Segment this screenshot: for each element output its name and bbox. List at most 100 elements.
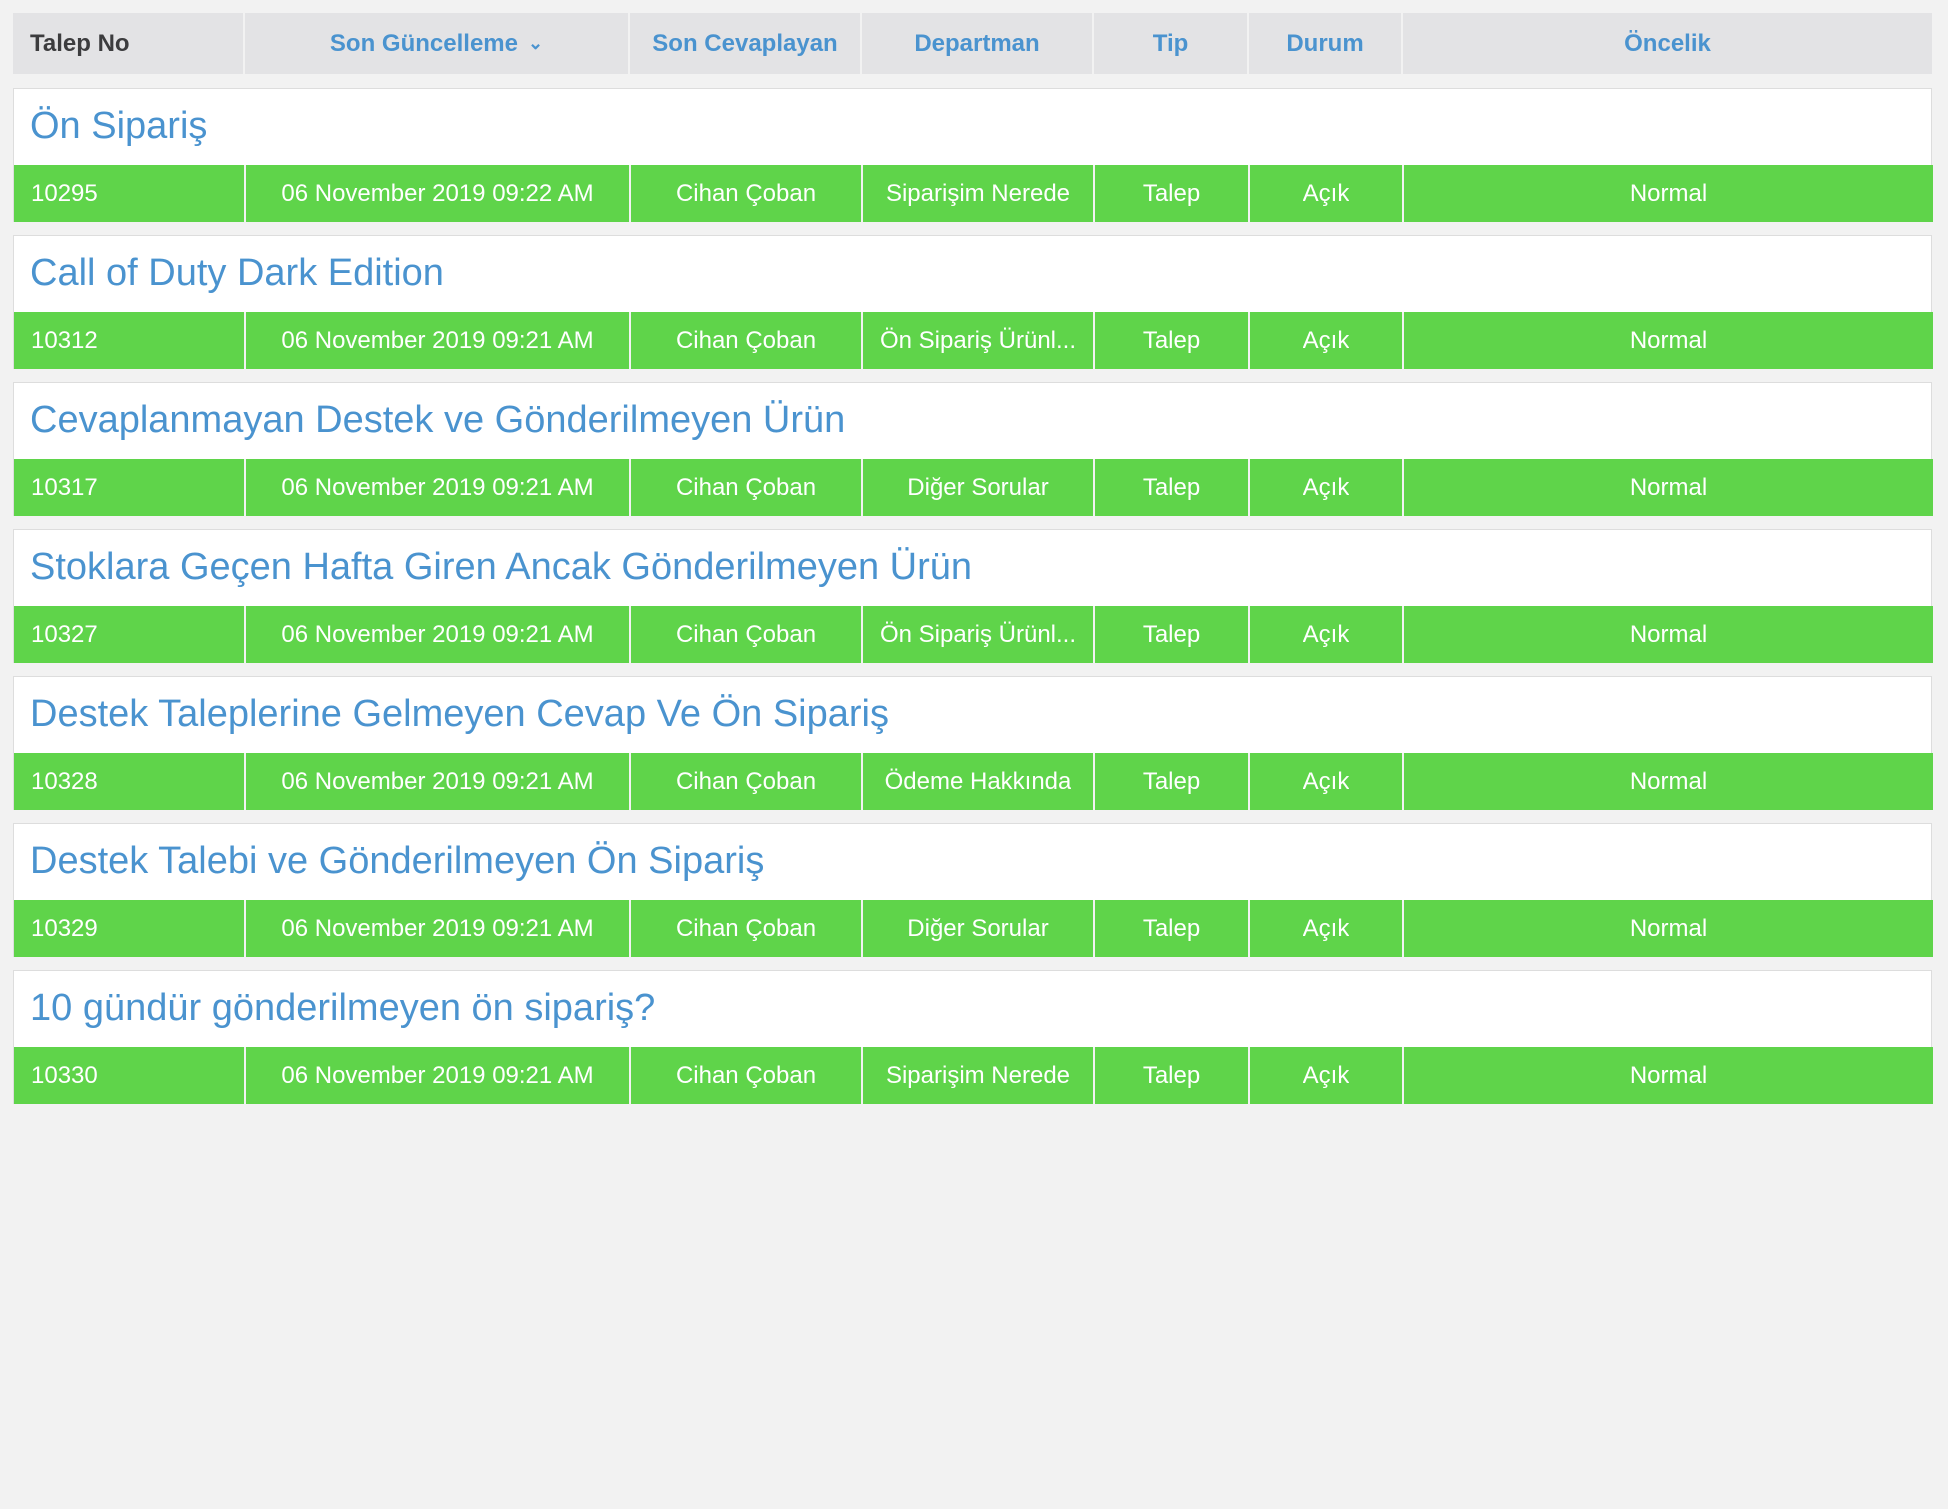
table-row[interactable]: 10329 06 November 2019 09:21 AM Cihan Çoba… [14, 900, 1933, 957]
column-header-label: Tip [1152, 29, 1189, 57]
cell-value: Talep [1142, 179, 1201, 207]
cell-son_guncelleme[interactable]: 06 November 2019 09:21 AM [246, 606, 631, 663]
cell-durum[interactable]: Açık [1250, 606, 1404, 663]
cell-son_guncelleme[interactable]: 06 November 2019 09:22 AM [246, 165, 631, 222]
ticket-group: Stoklara Geçen Hafta Giren Ancak Gönderi… [13, 529, 1933, 663]
cell-departman[interactable]: Ödeme Hakkında [863, 753, 1095, 810]
cell-talep_no[interactable]: 10295 [14, 165, 246, 222]
cell-value: Cihan Çoban [675, 1061, 817, 1089]
table-header-row: Talep No Son Güncelleme ⌄ Son Cevaplayan Dep… [13, 13, 1932, 74]
column-header-label: Son Cevaplayan [652, 29, 838, 57]
cell-son_cevaplayan[interactable]: Cihan Çoban [631, 606, 863, 663]
cell-departman[interactable]: Ön Sipariş Ürünl... [863, 606, 1095, 663]
ticket-title-link[interactable]: Call of Duty Dark Edition [30, 252, 444, 295]
cell-talep_no[interactable]: 10328 [14, 753, 246, 810]
column-header-talep_no[interactable]: Talep No [13, 13, 245, 74]
cell-value: Diğer Sorular [907, 473, 1049, 501]
cell-son_guncelleme[interactable]: 06 November 2019 09:21 AM [246, 900, 631, 957]
table-row[interactable]: 10330 06 November 2019 09:21 AM Cihan Çoba… [14, 1047, 1933, 1104]
ticket-title-link[interactable]: Cevaplanmayan Destek ve Gönderilmeyen Ür… [30, 399, 845, 442]
cell-value: 10312 [31, 326, 98, 354]
cell-durum[interactable]: Açık [1250, 1047, 1404, 1104]
cell-departman[interactable]: Siparişim Nerede [863, 165, 1095, 222]
cell-talep_no[interactable]: 10327 [14, 606, 246, 663]
cell-son_cevaplayan[interactable]: Cihan Çoban [631, 900, 863, 957]
cell-value: Açık [1302, 767, 1350, 795]
column-header-oncelik[interactable]: Öncelik [1403, 13, 1932, 74]
table-row[interactable]: 10295 06 November 2019 09:22 AM Cihan Çoba… [14, 165, 1933, 222]
cell-son_cevaplayan[interactable]: Cihan Çoban [631, 165, 863, 222]
cell-durum[interactable]: Açık [1250, 753, 1404, 810]
cell-tip[interactable]: Talep [1095, 312, 1250, 369]
cell-value: Talep [1142, 1061, 1201, 1089]
cell-son_cevaplayan[interactable]: Cihan Çoban [631, 312, 863, 369]
cell-oncelik[interactable]: Normal [1404, 459, 1933, 516]
table-row[interactable]: 10328 06 November 2019 09:21 AM Cihan Çoba… [14, 753, 1933, 810]
cell-oncelik[interactable]: Normal [1404, 165, 1933, 222]
cell-son_cevaplayan[interactable]: Cihan Çoban [631, 1047, 863, 1104]
cell-son_cevaplayan[interactable]: Cihan Çoban [631, 753, 863, 810]
cell-son_guncelleme[interactable]: 06 November 2019 09:21 AM [246, 459, 631, 516]
column-header-tip[interactable]: Tip [1094, 13, 1249, 74]
cell-tip[interactable]: Talep [1095, 606, 1250, 663]
ticket-list-page: Talep No Son Güncelleme ⌄ Son Cevaplayan Dep… [0, 0, 1948, 1104]
cell-durum[interactable]: Açık [1250, 900, 1404, 957]
cell-departman[interactable]: Diğer Sorular [863, 459, 1095, 516]
cell-value: Cihan Çoban [675, 326, 817, 354]
cell-value: 10329 [31, 914, 98, 942]
cell-tip[interactable]: Talep [1095, 459, 1250, 516]
ticket-title-row[interactable]: Destek Talebi ve Gönderilmeyen Ön Sipari… [14, 824, 1931, 900]
ticket-title-row[interactable]: 10 gündür gönderilmeyen ön sipariş? [14, 971, 1931, 1047]
ticket-title-row[interactable]: Stoklara Geçen Hafta Giren Ancak Gönderi… [14, 530, 1931, 606]
cell-value: Normal [1629, 620, 1708, 648]
column-header-departman[interactable]: Departman [862, 13, 1094, 74]
cell-oncelik[interactable]: Normal [1404, 312, 1933, 369]
cell-tip[interactable]: Talep [1095, 900, 1250, 957]
ticket-title-link[interactable]: Ön Sipariş [30, 105, 207, 148]
cell-talep_no[interactable]: 10329 [14, 900, 246, 957]
column-header-son_cevaplayan[interactable]: Son Cevaplayan [630, 13, 862, 74]
cell-value: Normal [1629, 1061, 1708, 1089]
cell-oncelik[interactable]: Normal [1404, 606, 1933, 663]
ticket-title-row[interactable]: Destek Taleplerine Gelmeyen Cevap Ve Ön … [14, 677, 1931, 753]
cell-son_guncelleme[interactable]: 06 November 2019 09:21 AM [246, 753, 631, 810]
cell-talep_no[interactable]: 10317 [14, 459, 246, 516]
cell-departman[interactable]: Ön Sipariş Ürünl... [863, 312, 1095, 369]
cell-oncelik[interactable]: Normal [1404, 1047, 1933, 1104]
cell-oncelik[interactable]: Normal [1404, 900, 1933, 957]
cell-value: Diğer Sorular [907, 914, 1049, 942]
cell-tip[interactable]: Talep [1095, 165, 1250, 222]
ticket-title-link[interactable]: Destek Talebi ve Gönderilmeyen Ön Sipari… [30, 840, 764, 883]
table-row[interactable]: 10327 06 November 2019 09:21 AM Cihan Çoba… [14, 606, 1933, 663]
cell-tip[interactable]: Talep [1095, 1047, 1250, 1104]
ticket-title-row[interactable]: Call of Duty Dark Edition [14, 236, 1931, 312]
cell-departman[interactable]: Siparişim Nerede [863, 1047, 1095, 1104]
cell-durum[interactable]: Açık [1250, 459, 1404, 516]
column-header-durum[interactable]: Durum [1249, 13, 1403, 74]
cell-talep_no[interactable]: 10330 [14, 1047, 246, 1104]
cell-value: Ön Sipariş Ürünl... [879, 620, 1077, 648]
ticket-title-link[interactable]: Stoklara Geçen Hafta Giren Ancak Gönderi… [30, 546, 972, 589]
ticket-group: Destek Talebi ve Gönderilmeyen Ön Sipari… [13, 823, 1933, 957]
cell-departman[interactable]: Diğer Sorular [863, 900, 1095, 957]
cell-son_guncelleme[interactable]: 06 November 2019 09:21 AM [246, 1047, 631, 1104]
table-row[interactable]: 10312 06 November 2019 09:21 AM Cihan Çoba… [14, 312, 1933, 369]
ticket-title-row[interactable]: Ön Sipariş [14, 89, 1931, 165]
cell-son_cevaplayan[interactable]: Cihan Çoban [631, 459, 863, 516]
cell-oncelik[interactable]: Normal [1404, 753, 1933, 810]
cell-durum[interactable]: Açık [1250, 165, 1404, 222]
column-header-son_guncelleme[interactable]: Son Güncelleme ⌄ [245, 13, 630, 74]
table-row[interactable]: 10317 06 November 2019 09:21 AM Cihan Çoba… [14, 459, 1933, 516]
chevron-down-icon[interactable]: ⌄ [528, 34, 543, 52]
ticket-title-link[interactable]: 10 gündür gönderilmeyen ön sipariş? [30, 987, 655, 1030]
ticket-title-link[interactable]: Destek Taleplerine Gelmeyen Cevap Ve Ön … [30, 693, 889, 736]
cell-talep_no[interactable]: 10312 [14, 312, 246, 369]
cell-durum[interactable]: Açık [1250, 312, 1404, 369]
cell-son_guncelleme[interactable]: 06 November 2019 09:21 AM [246, 312, 631, 369]
ticket-title-row[interactable]: Cevaplanmayan Destek ve Gönderilmeyen Ür… [14, 383, 1931, 459]
cell-value: Talep [1142, 473, 1201, 501]
cell-value: 10295 [31, 179, 98, 207]
cell-value: Normal [1629, 326, 1708, 354]
cell-value: 06 November 2019 09:21 AM [281, 767, 594, 795]
cell-tip[interactable]: Talep [1095, 753, 1250, 810]
